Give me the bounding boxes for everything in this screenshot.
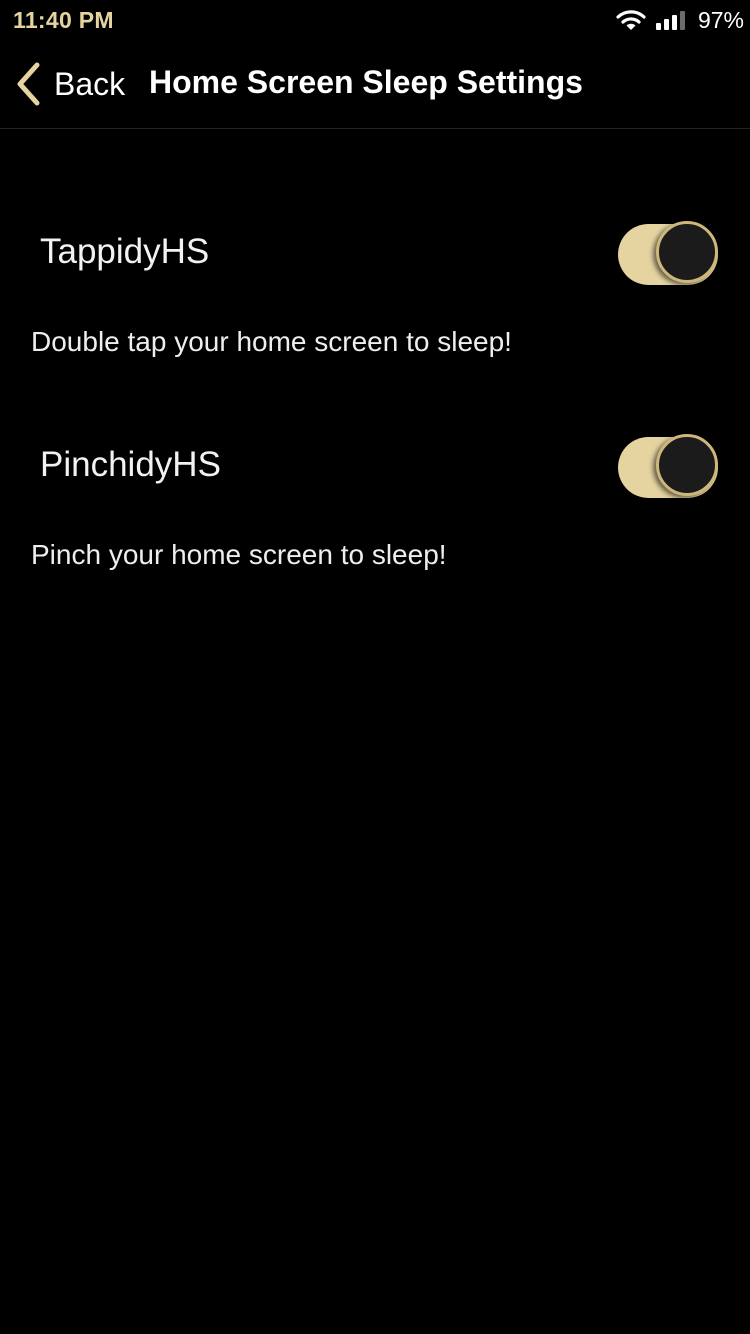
tappidyhs-toggle[interactable] xyxy=(618,221,724,285)
setting-row-pinchidyhs: PinchidyHS xyxy=(0,431,750,501)
setting-label: TappidyHS xyxy=(40,232,210,271)
toggle-knob xyxy=(656,434,718,496)
chevron-left-icon xyxy=(17,62,40,106)
back-button[interactable]: Back xyxy=(14,58,125,110)
setting-description: Double tap your home screen to sleep! xyxy=(31,326,512,357)
navigation-bar: Back Home Screen Sleep Settings xyxy=(0,40,750,129)
page-title: Home Screen Sleep Settings xyxy=(149,64,583,100)
status-time: 11:40 PM xyxy=(13,7,114,33)
back-button-label: Back xyxy=(54,65,126,102)
toggle-knob xyxy=(656,221,718,283)
setting-label: PinchidyHS xyxy=(40,445,221,484)
pinchidyhs-toggle[interactable] xyxy=(618,434,724,498)
battery-percentage: 97% xyxy=(697,6,744,33)
status-icons: 97% xyxy=(616,6,744,34)
status-bar: 11:40 PM 97% xyxy=(0,0,750,40)
cellular-signal-icon xyxy=(655,11,685,30)
wifi-icon xyxy=(616,10,646,30)
setting-description: Pinch your home screen to sleep! xyxy=(31,539,447,570)
setting-row-tappidyhs: TappidyHS xyxy=(0,218,750,288)
